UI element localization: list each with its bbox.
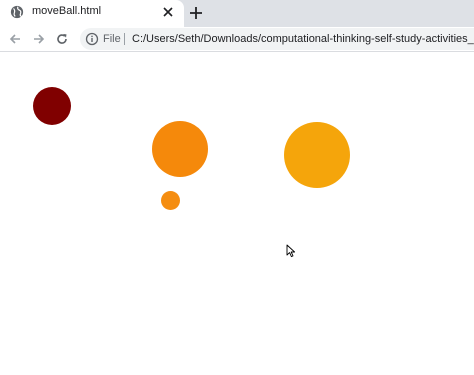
tab-strip: moveBall.html [0, 0, 474, 27]
plus-icon [190, 7, 202, 19]
globe-icon [10, 5, 24, 19]
close-icon[interactable] [160, 4, 176, 20]
new-tab-button[interactable] [186, 3, 206, 23]
ball [152, 121, 208, 177]
arrow-left-icon [9, 34, 20, 44]
browser-toolbar: File C:/Users/Seth/Downloads/computation… [0, 27, 474, 52]
url-text: C:/Users/Seth/Downloads/computational-th… [132, 33, 474, 45]
ball [33, 87, 71, 125]
ball [161, 191, 180, 210]
arrow-right-icon [34, 34, 45, 44]
reload-icon [57, 34, 67, 44]
scheme-label: File [103, 33, 121, 45]
back-button[interactable] [6, 30, 24, 48]
address-bar[interactable]: File C:/Users/Seth/Downloads/computation… [80, 28, 474, 50]
tab-title: moveBall.html [32, 5, 102, 17]
page-viewport[interactable] [0, 52, 474, 375]
forward-button[interactable] [30, 30, 48, 48]
reload-button[interactable] [53, 30, 71, 48]
tab-moveball[interactable]: moveBall.html [0, 0, 184, 27]
omnibox-separator [124, 33, 125, 45]
info-icon[interactable] [85, 32, 99, 46]
mouse-pointer-icon [286, 244, 296, 258]
ball [284, 122, 350, 188]
